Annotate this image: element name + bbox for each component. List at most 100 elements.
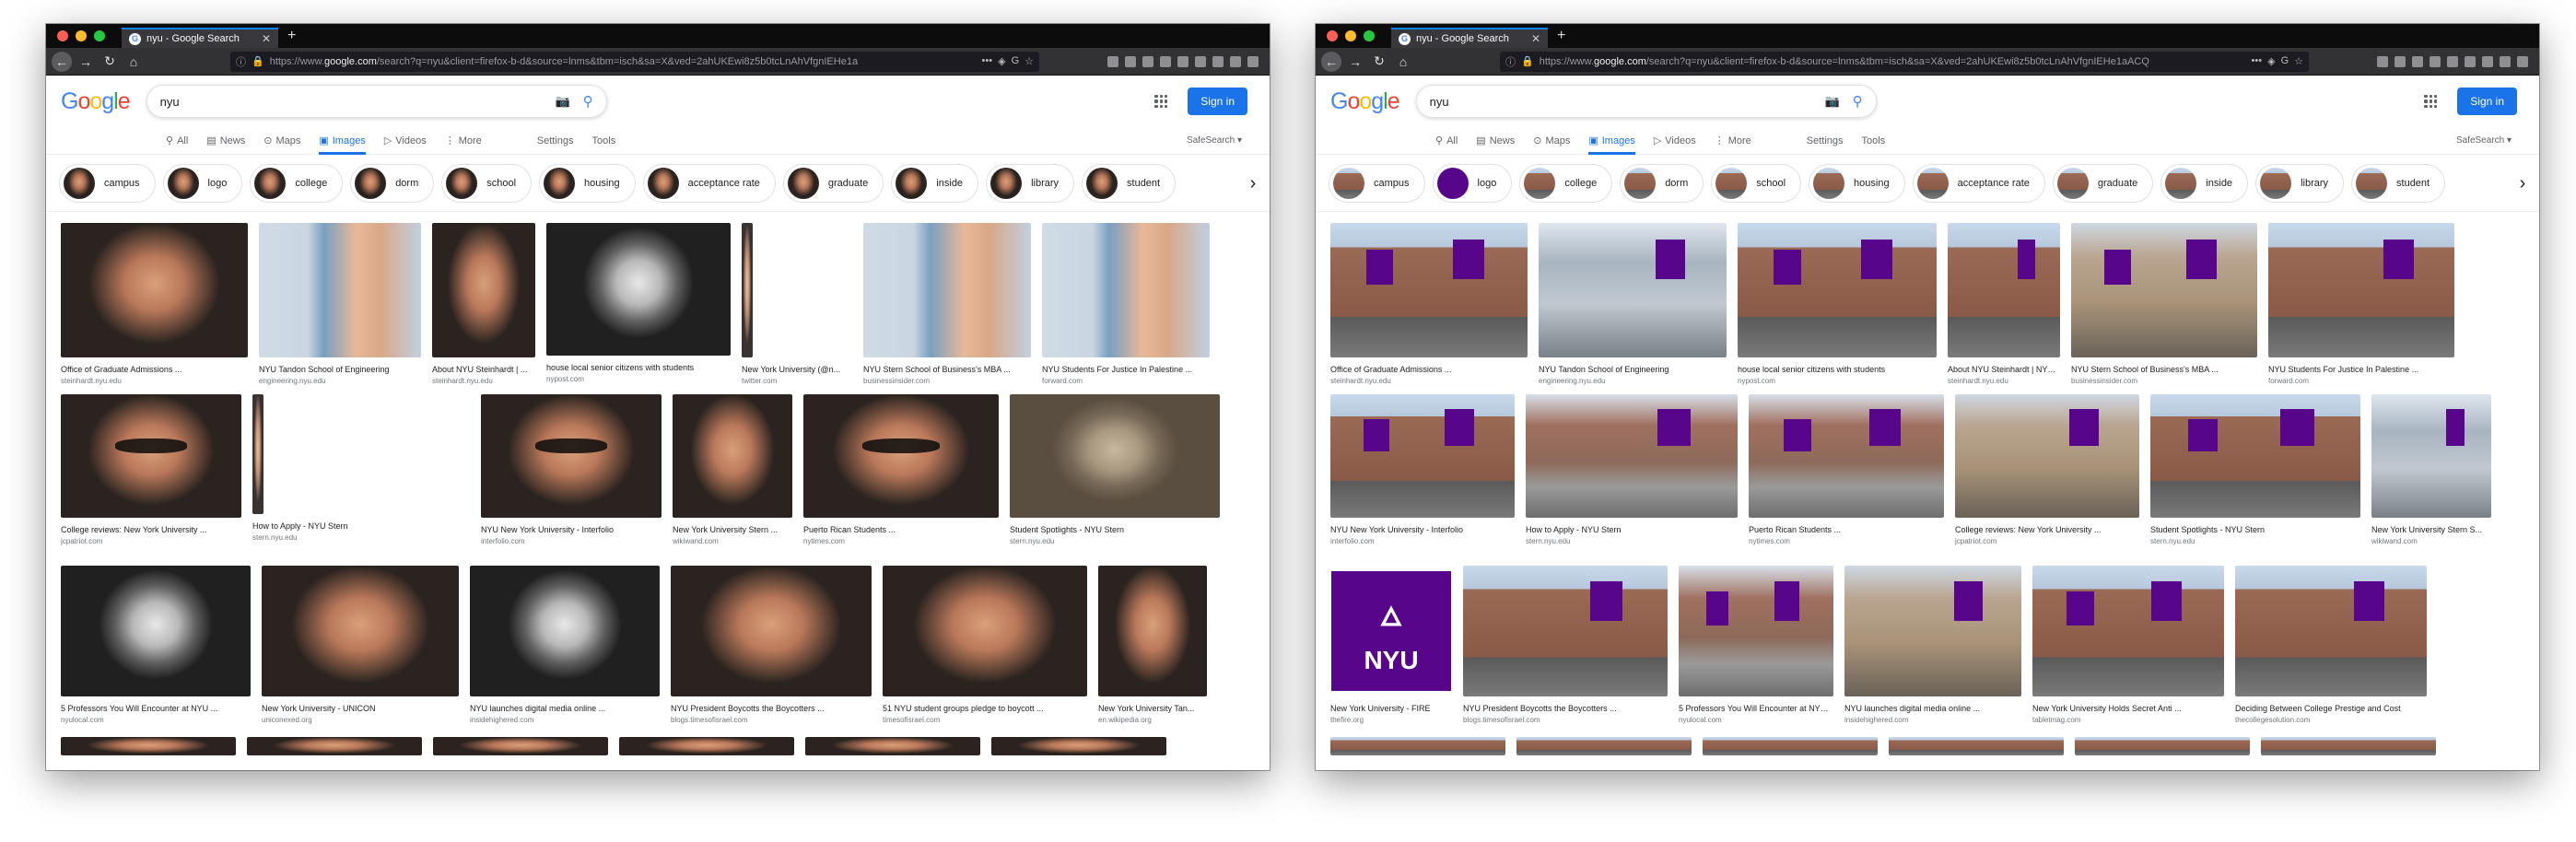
result-caption[interactable]: NYU Stern School of Business's MBA ... [2071, 365, 2257, 374]
result-caption[interactable]: Deciding Between College Prestige and Co… [2235, 704, 2427, 713]
forward-button[interactable]: → [76, 52, 96, 72]
related-search-chip[interactable]: dorm [1620, 163, 1704, 203]
extension-icon[interactable] [2482, 55, 2493, 67]
tab-more[interactable]: ⋮ More [1715, 127, 1751, 155]
result-caption[interactable]: Puerto Rican Students ... [803, 525, 999, 534]
related-search-chip[interactable]: library [2255, 163, 2345, 203]
apps-grid-icon[interactable] [2424, 95, 2438, 108]
result-caption[interactable]: College reviews: New York University ... [61, 525, 241, 534]
home-button[interactable]: ⌂ [123, 52, 144, 72]
camera-icon[interactable]: 📷 [555, 94, 569, 109]
google-logo[interactable]: Google [1330, 88, 1400, 115]
result-thumbnail[interactable] [1749, 394, 1944, 518]
result-caption[interactable]: NYU Tandon School of Engineering [259, 365, 421, 374]
related-search-chip[interactable]: acceptance rate [1912, 163, 2045, 203]
result-caption[interactable]: NYU President Boycotts the Boycotters ..… [1463, 704, 1668, 713]
result-thumbnail[interactable]: 🜂 NYU [1330, 566, 1452, 696]
result-caption[interactable]: Office of Graduate Admissions ... [61, 365, 248, 374]
result-thumbnail[interactable] [1526, 394, 1738, 518]
tab-videos[interactable]: ▷ Videos [384, 127, 427, 155]
result-thumbnail[interactable] [61, 223, 248, 358]
search-icon[interactable]: ⚲ [1853, 93, 1863, 110]
related-search-chip[interactable]: graduate [782, 163, 884, 203]
back-button[interactable]: ← [1321, 51, 1341, 72]
image-result[interactable]: New York University Stern S... wikiwand.c… [2371, 394, 2491, 556]
result-caption[interactable]: New York University - UNICON [262, 704, 459, 713]
result-caption[interactable]: NYU New York University - Interfolio [481, 525, 662, 534]
related-search-chip[interactable]: school [1711, 163, 1802, 203]
result-caption[interactable]: Puerto Rican Students ... [1749, 525, 1944, 534]
result-thumbnail[interactable] [2071, 223, 2257, 358]
close-tab-icon[interactable]: ✕ [262, 32, 271, 45]
result-caption[interactable]: New York University Stern ... [673, 525, 792, 534]
related-search-chip[interactable]: inside [2160, 163, 2249, 203]
tab-tools[interactable]: Tools [592, 127, 616, 155]
extension-icon[interactable] [2412, 55, 2423, 67]
tab-maps[interactable]: ⊙ Maps [263, 127, 300, 155]
result-caption[interactable]: NYU Students For Justice In Palestine ..… [1042, 365, 1210, 374]
result-thumbnail[interactable] [1679, 566, 1833, 696]
tab-all[interactable]: ⚲ All [1435, 127, 1458, 155]
tab-more[interactable]: ⋮ More [445, 127, 482, 155]
result-thumbnail[interactable] [2032, 566, 2224, 696]
result-thumbnail[interactable] [432, 223, 535, 358]
result-caption[interactable]: NYU Tandon School of Engineering [1539, 365, 1727, 374]
search-box[interactable]: nyu 📷 ⚲ [1415, 85, 1877, 118]
extension-icon[interactable] [2430, 55, 2441, 67]
image-result[interactable]: NYU Students For Justice In Palestine ..… [1042, 223, 1210, 385]
image-result[interactable]: NYU launches digital media online ... ins… [1844, 566, 2021, 728]
sign-in-button[interactable]: Sign in [2457, 88, 2517, 115]
image-result[interactable]: Office of Graduate Admissions ... steinha… [1330, 223, 1528, 385]
image-result[interactable]: NYU Stern School of Business's MBA ... bu… [863, 223, 1031, 385]
result-caption[interactable]: NYU President Boycotts the Boycotters ..… [671, 704, 872, 713]
extension-icon[interactable] [1177, 55, 1188, 67]
related-search-chip[interactable]: graduate [2052, 163, 2154, 203]
image-result[interactable]: New York University (@n... twitter.com [742, 223, 852, 385]
image-result[interactable]: 5 Professors You Will Encounter at NYU .… [61, 566, 251, 728]
result-thumbnail[interactable] [2235, 566, 2427, 696]
image-result[interactable]: house local senior citizens with student… [546, 223, 731, 385]
result-caption[interactable]: Student Spotlights - NYU Stern [1010, 525, 1220, 534]
image-result[interactable]: New York University - UNICON uniconexed.o… [262, 566, 459, 728]
result-thumbnail[interactable] [803, 394, 999, 518]
result-thumbnail[interactable] [1844, 566, 2021, 696]
related-search-chip[interactable]: logo [162, 163, 243, 203]
tab-all[interactable]: ⚲ All [166, 127, 188, 155]
image-result[interactable]: New York University Stern ... wikiwand.co… [673, 394, 792, 556]
result-caption[interactable]: About NYU Steinhardt | ... [432, 365, 535, 374]
extension-icon[interactable] [1160, 55, 1171, 67]
image-result[interactable]: New York University Tan... en.wikipedia.o… [1098, 566, 1207, 728]
related-search-chip[interactable]: housing [1809, 163, 1905, 203]
image-result[interactable]: Student Spotlights - NYU Stern stern.nyu.… [2150, 394, 2360, 556]
image-result[interactable]: How to Apply - NYU Stern stern.nyu.edu [252, 394, 470, 556]
related-search-chip[interactable]: campus [59, 163, 156, 203]
result-caption[interactable]: 51 NYU student groups pledge to boycott … [883, 704, 1087, 713]
result-thumbnail[interactable] [2075, 737, 2250, 755]
result-caption[interactable]: Office of Graduate Admissions ... [1330, 365, 1528, 374]
result-caption[interactable]: New York University Stern S... [2371, 525, 2491, 534]
sign-in-button[interactable]: Sign in [1188, 88, 1247, 115]
search-input[interactable]: nyu [160, 95, 556, 109]
minimize-window-button[interactable] [1345, 30, 1356, 41]
result-thumbnail[interactable] [1042, 223, 1210, 358]
result-thumbnail[interactable] [863, 223, 1031, 358]
result-thumbnail[interactable] [433, 737, 608, 755]
home-button[interactable]: ⌂ [1393, 52, 1413, 72]
result-thumbnail[interactable] [1330, 394, 1515, 518]
result-thumbnail[interactable] [883, 566, 1087, 696]
result-thumbnail[interactable] [1010, 394, 1220, 518]
result-caption[interactable]: NYU New York University - Interfolio [1330, 525, 1515, 534]
chevron-right-icon[interactable]: › [2506, 155, 2539, 211]
result-caption[interactable]: New York University - FIRE [1330, 704, 1452, 713]
image-result[interactable]: NYU New York University - Interfolio inte… [1330, 394, 1515, 556]
result-thumbnail[interactable] [991, 737, 1166, 755]
back-button[interactable]: ← [52, 51, 72, 72]
search-input[interactable]: nyu [1430, 95, 1825, 109]
related-search-chip[interactable]: housing [539, 163, 636, 203]
tab-maps[interactable]: ⊙ Maps [1533, 127, 1570, 155]
result-caption[interactable]: Student Spotlights - NYU Stern [2150, 525, 2360, 534]
tab-news[interactable]: ▤ News [1476, 127, 1515, 155]
result-thumbnail[interactable] [252, 394, 263, 514]
result-caption[interactable]: New York University Tan... [1098, 704, 1207, 713]
result-thumbnail[interactable] [1463, 566, 1668, 696]
